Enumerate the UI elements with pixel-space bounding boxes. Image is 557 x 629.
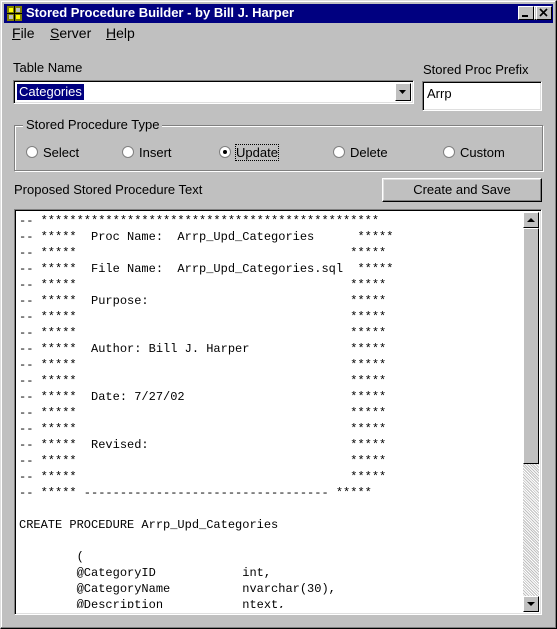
radio-circle-icon [122, 146, 134, 158]
radio-circle-icon [26, 146, 38, 158]
code-line: -- ***** Proc Name: Arrp_Upd_Categories … [19, 230, 394, 244]
code-line: -- ***** ***** [19, 470, 387, 484]
code-line: -- ***** Purpose: ***** [19, 294, 387, 308]
table-name-combo[interactable]: Categories [13, 80, 414, 104]
table-name-label: Table Name [13, 60, 83, 75]
title-bar[interactable]: Stored Procedure Builder - by Bill J. Ha… [4, 4, 553, 23]
code-line: -- ***** ***** [19, 454, 387, 468]
code-line: -- ***** ***** [19, 278, 387, 292]
radio-select-label: Select [43, 145, 80, 160]
code-line: -- ***** Revised: ***** [19, 438, 387, 452]
create-and-save-button[interactable]: Create and Save [382, 178, 542, 202]
menu-help[interactable]: Help [106, 25, 135, 41]
table-name-value: Categories [17, 84, 84, 100]
menu-bar: File Server Help [4, 23, 553, 43]
code-line: -- ***** ***** [19, 374, 387, 388]
scroll-up-button[interactable] [523, 212, 539, 228]
radio-checked-icon [219, 146, 231, 158]
radio-circle-icon [443, 146, 455, 158]
code-line: CREATE PROCEDURE Arrp_Upd_Categories [19, 518, 279, 532]
minimize-button[interactable] [518, 6, 534, 20]
code-line: ( [19, 550, 84, 564]
scroll-thumb[interactable] [523, 228, 539, 464]
radio-update[interactable]: Update [219, 144, 294, 162]
code-line: -- ***** ***** [19, 246, 387, 260]
code-line: -- *************************************… [19, 214, 380, 228]
radio-insert-label: Insert [139, 145, 172, 160]
proc-text-area[interactable]: -- *************************************… [14, 209, 542, 615]
proc-text-content: -- *************************************… [19, 213, 519, 608]
chevron-up-icon [527, 218, 535, 222]
radio-custom[interactable]: Custom [443, 144, 518, 162]
code-line: @Description ntext, [19, 598, 286, 608]
minimize-icon [522, 15, 528, 17]
code-line: @CategoryID int, [19, 566, 272, 580]
code-line: @CategoryName nvarchar(30), [19, 582, 336, 596]
app-icon[interactable] [7, 6, 22, 21]
main-window: Stored Procedure Builder - by Bill J. Ha… [0, 0, 557, 629]
scroll-down-button[interactable] [523, 596, 539, 612]
proc-type-caption: Stored Procedure Type [23, 117, 163, 132]
radio-select[interactable]: Select [26, 144, 96, 162]
prefix-input[interactable]: Arrp [422, 81, 542, 111]
prefix-value: Arrp [427, 86, 452, 101]
code-line: -- ***** ***** [19, 326, 387, 340]
radio-update-label: Update [235, 144, 279, 161]
code-line: -- ***** -------------------------------… [19, 486, 372, 500]
radio-delete-label: Delete [350, 145, 388, 160]
radio-delete[interactable]: Delete [333, 144, 403, 162]
close-button[interactable] [536, 6, 552, 20]
code-line: -- ***** ***** [19, 422, 387, 436]
combo-dropdown-button[interactable] [395, 83, 411, 101]
prefix-label: Stored Proc Prefix [423, 62, 529, 77]
menu-server[interactable]: Server [50, 25, 91, 41]
window-title: Stored Procedure Builder - by Bill J. Ha… [26, 5, 295, 20]
radio-insert[interactable]: Insert [122, 144, 192, 162]
code-line: -- ***** ***** [19, 310, 387, 324]
proposed-text-label: Proposed Stored Procedure Text [14, 182, 203, 197]
code-line: -- ***** ***** [19, 358, 387, 372]
code-line: -- ***** ***** [19, 406, 387, 420]
chevron-down-icon [527, 602, 535, 606]
vertical-scrollbar[interactable] [523, 212, 539, 612]
radio-custom-label: Custom [460, 145, 505, 160]
code-line: -- ***** Date: 7/27/02 ***** [19, 390, 387, 404]
chevron-down-icon [399, 90, 406, 94]
code-line: -- ***** Author: Bill J. Harper ***** [19, 342, 387, 356]
menu-file[interactable]: File [12, 25, 35, 41]
code-line: -- ***** File Name: Arrp_Upd_Categories.… [19, 262, 394, 276]
radio-circle-icon [333, 146, 345, 158]
close-icon [539, 8, 548, 17]
